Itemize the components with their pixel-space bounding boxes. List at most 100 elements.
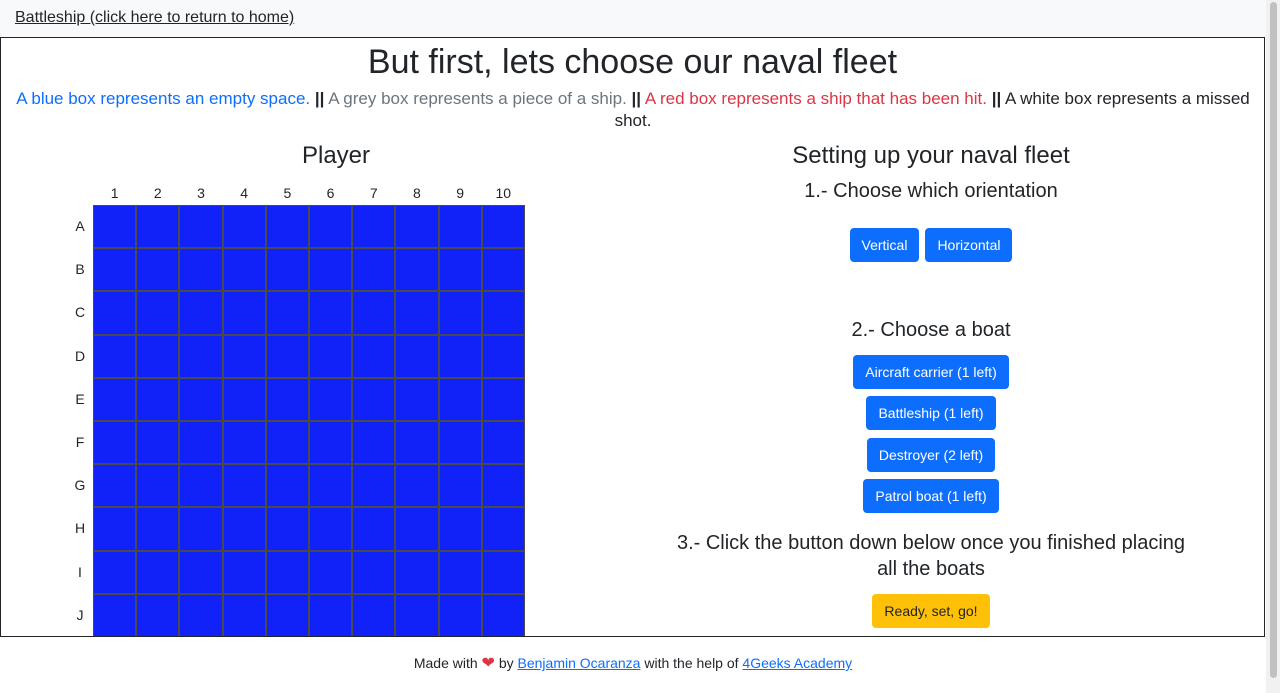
board-cell[interactable] xyxy=(309,248,353,292)
ready-button[interactable]: Ready, set, go! xyxy=(872,594,990,628)
board-cell[interactable] xyxy=(222,421,266,465)
board-cell[interactable] xyxy=(93,248,137,292)
board-cell[interactable] xyxy=(438,377,482,421)
board-cell[interactable] xyxy=(136,550,180,594)
board-cell[interactable] xyxy=(265,464,309,508)
board-cell[interactable] xyxy=(395,421,439,465)
board-cell[interactable] xyxy=(179,248,223,292)
board-cell[interactable] xyxy=(309,334,353,378)
board-cell[interactable] xyxy=(179,291,223,335)
board-cell[interactable] xyxy=(265,550,309,594)
board-cell[interactable] xyxy=(395,334,439,378)
board-cell[interactable] xyxy=(438,464,482,508)
board-cell[interactable] xyxy=(309,550,353,594)
board-cell[interactable] xyxy=(309,593,353,636)
board-cell[interactable] xyxy=(395,291,439,335)
board-cell[interactable] xyxy=(481,464,525,508)
board-cell[interactable] xyxy=(93,593,137,636)
board-cell[interactable] xyxy=(136,291,180,335)
board-cell[interactable] xyxy=(93,377,137,421)
board-cell[interactable] xyxy=(352,334,396,378)
board-cell[interactable] xyxy=(179,334,223,378)
board-cell[interactable] xyxy=(438,507,482,551)
board-cell[interactable] xyxy=(309,464,353,508)
board-cell[interactable] xyxy=(222,507,266,551)
board-cell[interactable] xyxy=(481,507,525,551)
board-cell[interactable] xyxy=(222,464,266,508)
aircraft-carrier-button[interactable]: Aircraft carrier (1 left) xyxy=(853,355,1009,389)
board-cell[interactable] xyxy=(222,593,266,636)
board-cell[interactable] xyxy=(179,593,223,636)
board-cell[interactable] xyxy=(93,507,137,551)
board-cell[interactable] xyxy=(481,291,525,335)
board-cell[interactable] xyxy=(438,248,482,292)
home-link[interactable]: Battleship (click here to return to home… xyxy=(15,9,294,27)
board-cell[interactable] xyxy=(395,205,439,249)
author-link[interactable]: Benjamin Ocaranza xyxy=(518,655,641,671)
board-cell[interactable] xyxy=(179,377,223,421)
destroyer-button[interactable]: Destroyer (2 left) xyxy=(866,438,996,472)
board-cell[interactable] xyxy=(93,464,137,508)
battleship-button[interactable]: Battleship (1 left) xyxy=(866,396,996,430)
board-cell[interactable] xyxy=(352,377,396,421)
board-cell[interactable] xyxy=(352,248,396,292)
scrollbar-thumb[interactable] xyxy=(1270,2,1277,678)
board-cell[interactable] xyxy=(136,421,180,465)
board-cell[interactable] xyxy=(395,464,439,508)
board-cell[interactable] xyxy=(136,205,180,249)
board-cell[interactable] xyxy=(395,248,439,292)
patrol-boat-button[interactable]: Patrol boat (1 left) xyxy=(863,479,999,513)
board-cell[interactable] xyxy=(438,550,482,594)
board-cell[interactable] xyxy=(438,593,482,636)
board-cell[interactable] xyxy=(179,421,223,465)
board-cell[interactable] xyxy=(265,421,309,465)
board-cell[interactable] xyxy=(395,593,439,636)
board-cell[interactable] xyxy=(352,464,396,508)
board-cell[interactable] xyxy=(395,507,439,551)
board-cell[interactable] xyxy=(93,205,137,249)
board-cell[interactable] xyxy=(136,593,180,636)
board-cell[interactable] xyxy=(93,334,137,378)
board-cell[interactable] xyxy=(265,205,309,249)
board-cell[interactable] xyxy=(265,377,309,421)
board-cell[interactable] xyxy=(179,507,223,551)
board-cell[interactable] xyxy=(93,291,137,335)
board-cell[interactable] xyxy=(309,377,353,421)
board-cell[interactable] xyxy=(222,550,266,594)
board-cell[interactable] xyxy=(438,205,482,249)
board-cell[interactable] xyxy=(309,421,353,465)
board-cell[interactable] xyxy=(136,248,180,292)
board-cell[interactable] xyxy=(222,248,266,292)
board-cell[interactable] xyxy=(309,205,353,249)
board-cell[interactable] xyxy=(438,334,482,378)
board-cell[interactable] xyxy=(395,377,439,421)
board-cell[interactable] xyxy=(265,291,309,335)
board-cell[interactable] xyxy=(352,205,396,249)
board-cell[interactable] xyxy=(265,507,309,551)
board-cell[interactable] xyxy=(352,507,396,551)
board-cell[interactable] xyxy=(481,550,525,594)
board-cell[interactable] xyxy=(136,507,180,551)
board-cell[interactable] xyxy=(481,334,525,378)
board-cell[interactable] xyxy=(481,377,525,421)
board-cell[interactable] xyxy=(481,205,525,249)
board-cell[interactable] xyxy=(481,421,525,465)
board-cell[interactable] xyxy=(222,291,266,335)
board-cell[interactable] xyxy=(481,248,525,292)
board-cell[interactable] xyxy=(179,205,223,249)
board-cell[interactable] xyxy=(438,421,482,465)
board-cell[interactable] xyxy=(222,334,266,378)
board-cell[interactable] xyxy=(352,291,396,335)
vertical-button[interactable]: Vertical xyxy=(849,228,920,262)
board-cell[interactable] xyxy=(352,593,396,636)
board-cell[interactable] xyxy=(222,205,266,249)
board-cell[interactable] xyxy=(395,550,439,594)
horizontal-button[interactable]: Horizontal xyxy=(925,228,1013,262)
board-cell[interactable] xyxy=(352,550,396,594)
board-cell[interactable] xyxy=(179,550,223,594)
board-cell[interactable] xyxy=(93,421,137,465)
board-cell[interactable] xyxy=(352,421,396,465)
board-cell[interactable] xyxy=(481,593,525,636)
board-cell[interactable] xyxy=(265,593,309,636)
board-cell[interactable] xyxy=(136,334,180,378)
